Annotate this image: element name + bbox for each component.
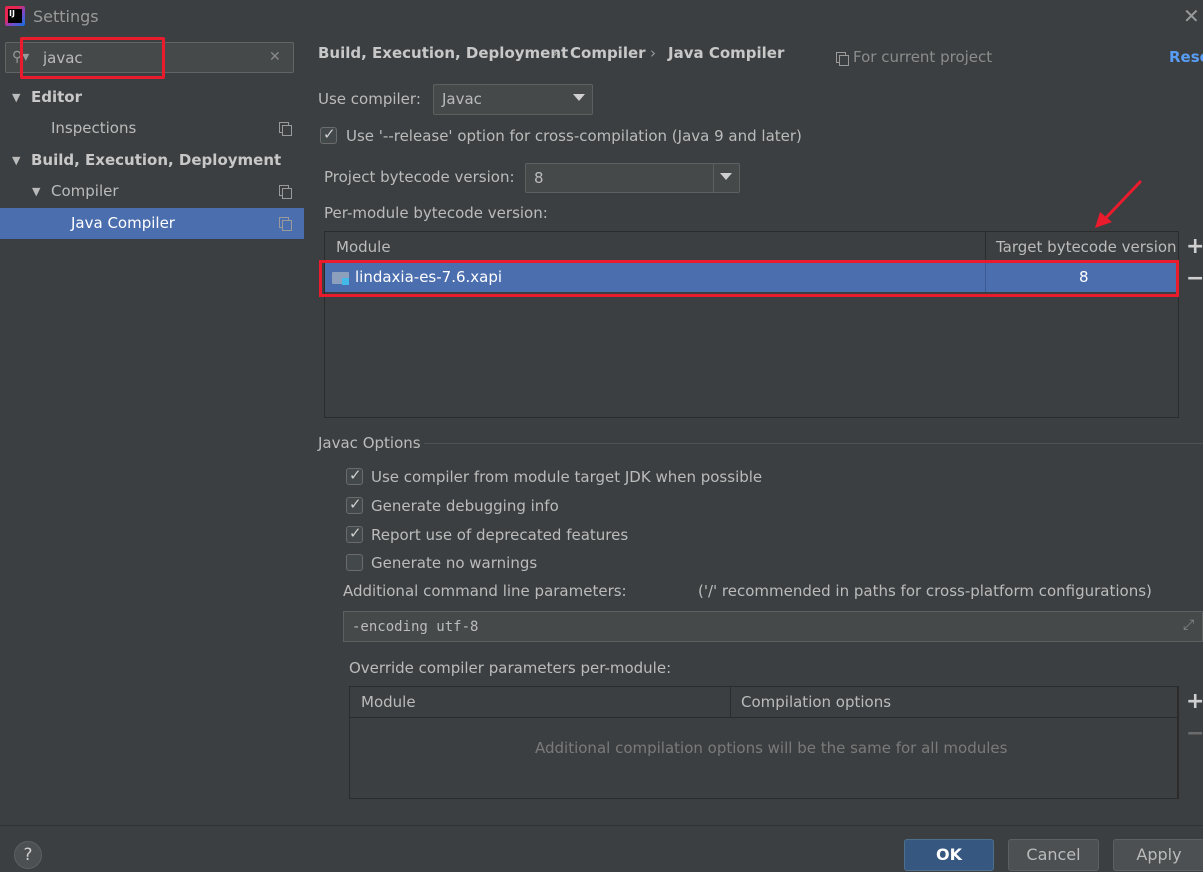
breadcrumb-compiler[interactable]: Compiler (570, 44, 646, 62)
column-header-compilation-options[interactable]: Compilation options (741, 693, 891, 711)
tree-item-compiler[interactable]: ▼ Compiler (0, 176, 304, 207)
breadcrumb-separator: › (552, 44, 558, 62)
add-icon[interactable]: + (1186, 689, 1203, 714)
use-module-jdk-checkbox[interactable] (346, 466, 363, 485)
per-module-label: Per-module bytecode version: (324, 204, 548, 222)
tree-item-inspections[interactable]: Inspections (0, 113, 304, 144)
override-params-label: Override compiler parameters per-module: (349, 659, 672, 677)
use-module-jdk-label: Use compiler from module target JDK when… (371, 468, 763, 486)
cmdline-params-label: Additional command line parameters: (343, 582, 627, 600)
debug-info-checkbox[interactable] (346, 495, 363, 514)
override-params-table: Module Compilation options Additional co… (349, 686, 1178, 799)
deprecated-checkbox[interactable] (346, 524, 363, 543)
tree-item-label: Compiler (51, 182, 119, 200)
project-bytecode-dropdown[interactable]: 8 (525, 163, 740, 193)
tree-item-label: Java Compiler (71, 214, 175, 232)
column-divider (985, 232, 986, 263)
project-bytecode-value: 8 (534, 169, 544, 187)
expand-arrow-icon[interactable]: ▼ (12, 145, 20, 176)
section-divider (424, 443, 1203, 444)
tree-item-label: Build, Execution, Deployment (31, 151, 282, 169)
intellij-logo-icon: IJ (5, 6, 25, 26)
reset-link[interactable]: Rese (1169, 48, 1203, 66)
help-button[interactable]: ? (14, 841, 42, 869)
cmdline-params-value: -encoding utf-8 (352, 619, 479, 635)
no-warnings-checkbox[interactable] (346, 554, 363, 571)
release-option-checkbox[interactable] (320, 125, 337, 144)
column-divider (730, 687, 731, 718)
column-header-target[interactable]: Target bytecode version (996, 238, 1177, 256)
project-scope-icon (279, 185, 292, 199)
add-icon[interactable]: + (1186, 234, 1203, 259)
tree-item-editor[interactable]: ▼ Editor (0, 82, 304, 113)
breadcrumb-build-execution-deployment[interactable]: Build, Execution, Deployment (318, 44, 568, 62)
cancel-button[interactable]: Cancel (1008, 839, 1099, 871)
for-current-project-label: For current project (853, 48, 993, 66)
debug-info-label: Generate debugging info (371, 497, 559, 515)
breadcrumb-separator: › (650, 44, 656, 62)
tree-item-label: Editor (31, 88, 82, 106)
column-header-module[interactable]: Module (361, 693, 416, 711)
cmdline-params-input[interactable]: -encoding utf-8 (343, 611, 1203, 642)
tree-item-java-compiler[interactable]: Java Compiler (0, 208, 304, 239)
tree-item-build-execution-deployment[interactable]: ▼ Build, Execution, Deployment (0, 145, 304, 176)
javac-options-title: Javac Options (318, 434, 421, 452)
annotation-highlight-module-row (319, 260, 1179, 297)
apply-button[interactable]: Apply (1113, 839, 1203, 871)
annotation-highlight-search (20, 37, 165, 79)
tree-item-label: Inspections (51, 119, 137, 137)
expand-arrow-icon[interactable]: ▼ (12, 82, 20, 113)
close-icon[interactable]: ✕ (1183, 6, 1203, 26)
use-compiler-label: Use compiler: (318, 90, 421, 108)
remove-icon[interactable]: − (1186, 266, 1203, 291)
project-bytecode-label: Project bytecode version: (324, 168, 515, 186)
no-warnings-label: Generate no warnings (371, 554, 538, 572)
breadcrumb-java-compiler: Java Compiler (668, 44, 785, 62)
chevron-down-icon (720, 173, 732, 180)
chevron-down-icon (573, 94, 585, 101)
deprecated-label: Report use of deprecated features (371, 526, 629, 544)
empty-table-text: Additional compilation options will be t… (535, 739, 1008, 757)
project-scope-icon (279, 217, 292, 231)
title-bar (0, 0, 1203, 34)
remove-icon: − (1186, 721, 1203, 746)
release-option-label: Use '--release' option for cross-compila… (346, 127, 802, 145)
project-scope-icon (279, 122, 292, 136)
annotation-arrow-icon (1095, 180, 1142, 228)
cmdline-params-hint: ('/' recommended in paths for cross-plat… (698, 582, 1152, 600)
use-compiler-dropdown[interactable]: Javac (433, 84, 593, 115)
ok-button[interactable]: OK (904, 839, 994, 871)
use-compiler-value: Javac (442, 90, 482, 108)
project-scope-icon (836, 52, 849, 66)
table-toolbar (1178, 231, 1203, 418)
clear-search-icon[interactable]: ✕ (269, 49, 281, 65)
window-title: Settings (33, 7, 99, 26)
column-header-module[interactable]: Module (336, 238, 391, 256)
expand-icon[interactable]: ⤢ (1183, 617, 1194, 633)
dropdown-divider (713, 164, 714, 192)
expand-arrow-icon[interactable]: ▼ (32, 176, 40, 207)
